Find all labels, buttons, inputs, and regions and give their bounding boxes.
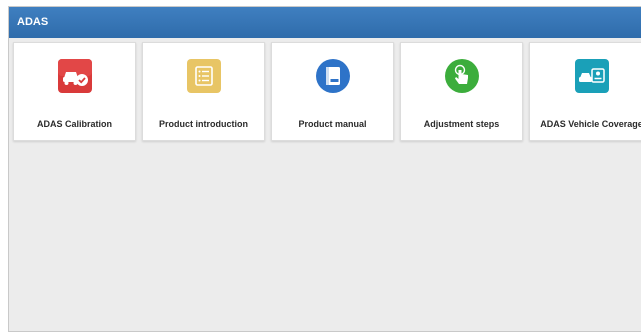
list-icon	[186, 59, 221, 93]
tile-adas-vehicle-coverage[interactable]: ADAS Vehicle Coverage	[529, 42, 641, 141]
window-title: ADAS	[9, 7, 641, 38]
tile-product-manual[interactable]: Product manual	[271, 42, 394, 141]
tile-label: Product manual	[298, 119, 367, 129]
car-check-icon	[57, 59, 92, 93]
hand-tap-icon	[444, 59, 479, 93]
tile-adas-calibration[interactable]: ADAS Calibration	[13, 42, 136, 141]
tile-label: Product introduction	[159, 119, 248, 129]
adas-window: ADAS ADAS Calibration Product introducti…	[8, 6, 641, 332]
book-icon	[315, 59, 350, 93]
tile-label: Adjustment steps	[423, 119, 500, 129]
tile-grid: ADAS Calibration Product introduction Pr…	[13, 42, 641, 142]
tile-adjustment-steps[interactable]: Adjustment steps	[400, 42, 523, 141]
tile-label: ADAS Calibration	[36, 119, 112, 129]
tile-product-introduction[interactable]: Product introduction	[142, 42, 265, 141]
tile-label: ADAS Vehicle Coverage	[540, 119, 641, 129]
car-card-icon	[574, 59, 609, 93]
